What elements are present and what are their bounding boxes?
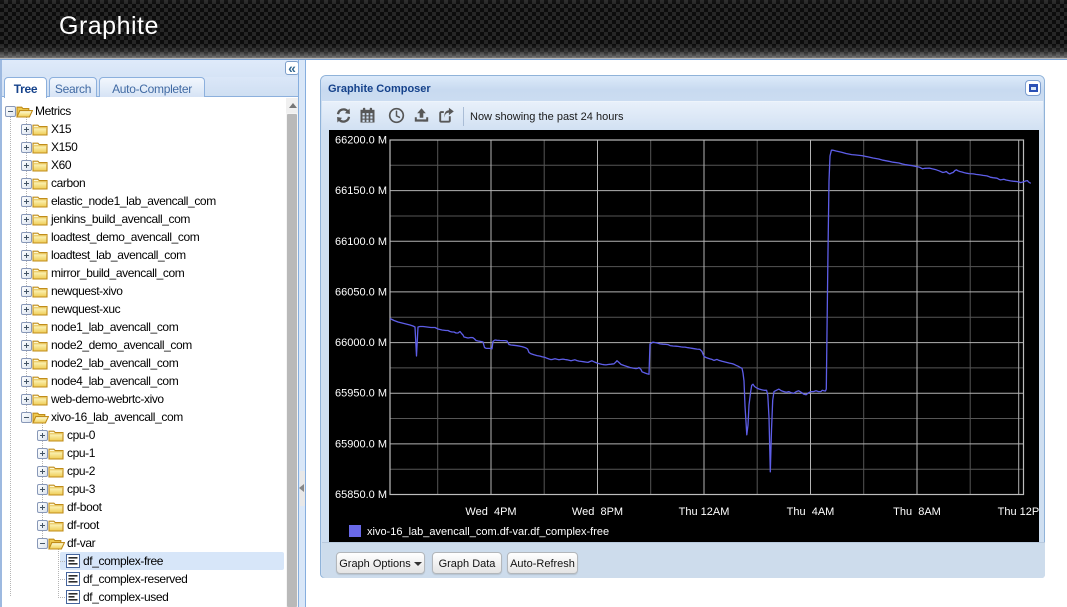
svg-text:Thu 4AM: Thu 4AM (787, 506, 835, 518)
svg-text:65950.0 M: 65950.0 M (335, 388, 387, 400)
svg-text:66150.0 M: 66150.0 M (335, 185, 387, 197)
svg-text:66050.0 M: 66050.0 M (335, 286, 387, 298)
svg-text:66200.0 M: 66200.0 M (335, 135, 387, 147)
svg-text:Thu 12PM: Thu 12PM (998, 506, 1039, 518)
svg-text:Wed 4PM: Wed 4PM (465, 506, 516, 518)
svg-text:Thu 8AM: Thu 8AM (893, 506, 941, 518)
svg-text:Wed 8PM: Wed 8PM (572, 506, 623, 518)
svg-text:Thu 12AM: Thu 12AM (679, 506, 730, 518)
svg-text:xivo-16_lab_avencall_com.df-va: xivo-16_lab_avencall_com.df-var.df_compl… (367, 526, 609, 538)
svg-text:66000.0 M: 66000.0 M (335, 337, 387, 349)
svg-text:65850.0 M: 65850.0 M (335, 489, 387, 501)
svg-text:65900.0 M: 65900.0 M (335, 438, 387, 450)
svg-text:66100.0 M: 66100.0 M (335, 236, 387, 248)
